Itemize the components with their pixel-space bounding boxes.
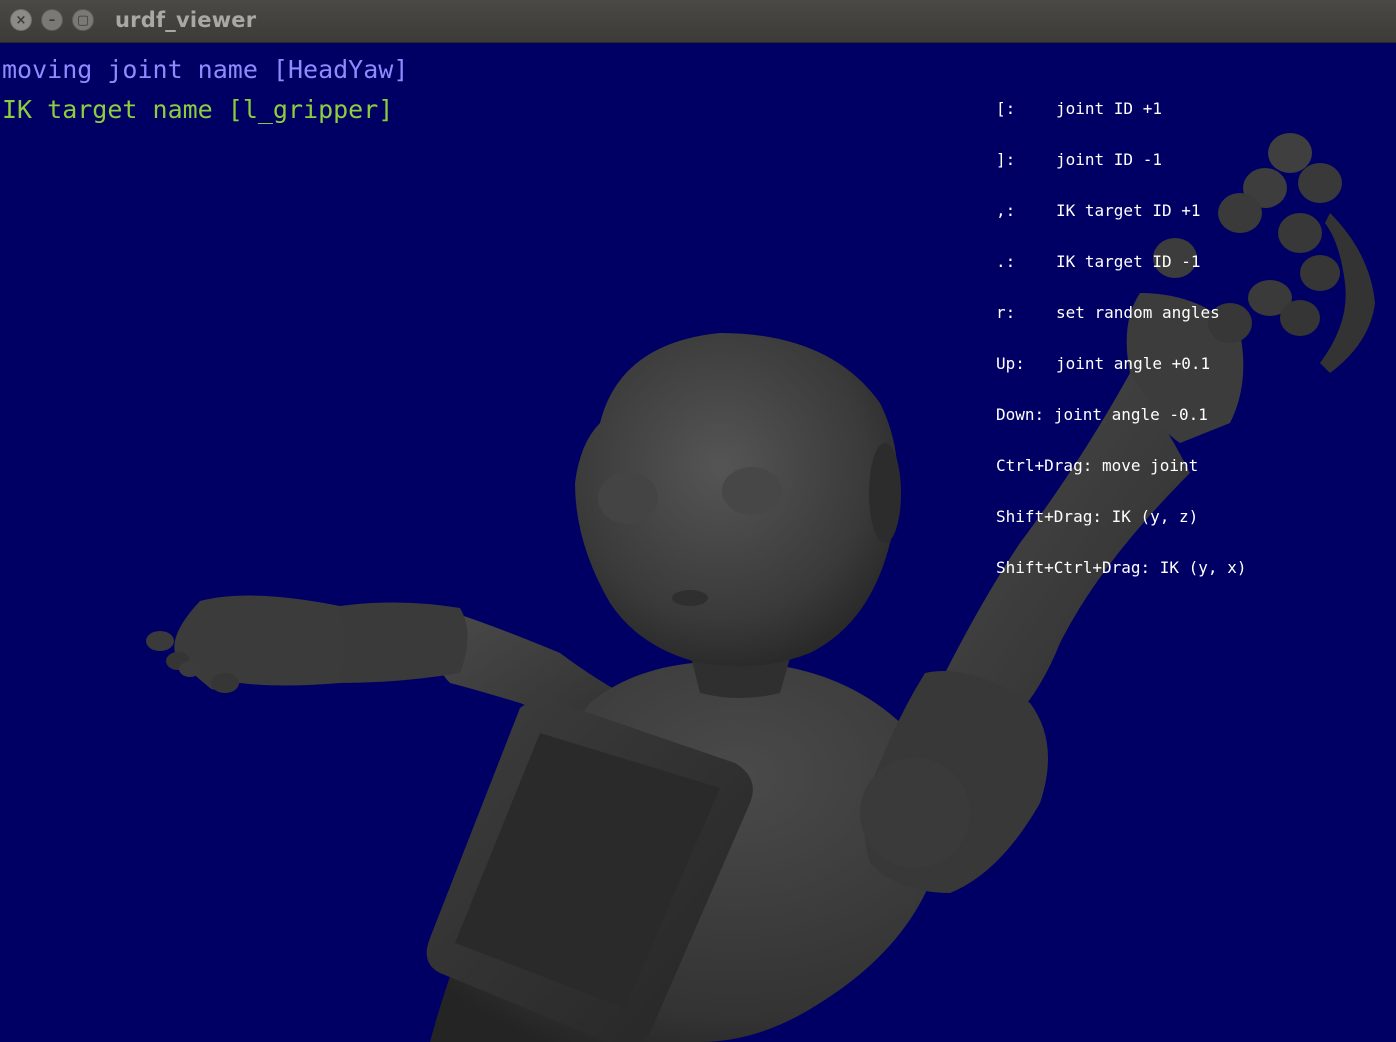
minimize-window-button[interactable]: – (41, 9, 63, 31)
close-icon: × (15, 12, 27, 28)
help-row: r: set random angles (996, 303, 1220, 322)
3d-viewport[interactable]: moving joint name [HeadYaw] IK target na… (0, 43, 1396, 1042)
help-row: [: joint ID +1 (996, 99, 1162, 118)
keyboard-help-overlay: [: joint ID +1 ]: joint ID -1 ,: IK target … (996, 66, 1246, 610)
window-titlebar[interactable]: × – ▢ urdf_viewer (0, 0, 1396, 43)
help-row: Shift+Drag: IK (y, z) (996, 507, 1199, 526)
robot-head (575, 333, 901, 667)
maximize-window-button[interactable]: ▢ (72, 9, 94, 31)
help-row: Ctrl+Drag: move joint (996, 456, 1199, 475)
maximize-icon: ▢ (76, 12, 90, 28)
ik-target-label: IK target name [l_gripper] (2, 95, 394, 124)
window-title: urdf_viewer (115, 8, 257, 32)
help-row: ,: IK target ID +1 (996, 201, 1201, 220)
help-row: .: IK target ID -1 (996, 252, 1201, 271)
urdf-viewer-window: × – ▢ urdf_viewer moving joint name [Hea… (0, 0, 1396, 1042)
help-row: Down: joint angle -0.1 (996, 405, 1208, 424)
moving-joint-label: moving joint name [HeadYaw] (2, 55, 409, 84)
close-window-button[interactable]: × (10, 9, 32, 31)
help-row: Up: joint angle +0.1 (996, 354, 1211, 373)
help-row: ]: joint ID -1 (996, 150, 1162, 169)
help-row: Shift+Ctrl+Drag: IK (y, x) (996, 558, 1247, 577)
minimize-icon: – (48, 12, 56, 28)
